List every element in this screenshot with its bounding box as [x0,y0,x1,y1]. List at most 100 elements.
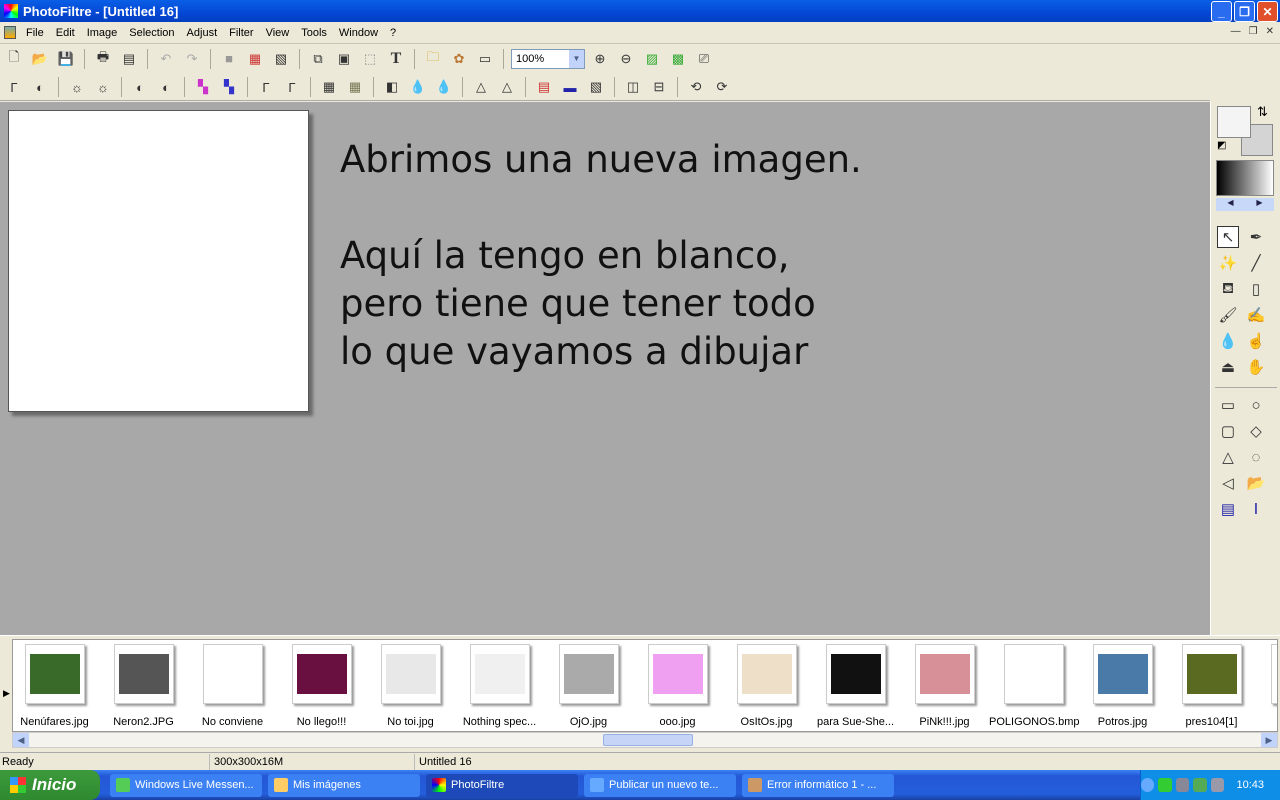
menu-window[interactable]: Window [333,27,384,39]
start-button[interactable]: Inicio [0,770,100,800]
thumbnail-item[interactable]: PiNk!!!.jpg [900,644,989,728]
triangle-selection-icon[interactable]: △ [1217,446,1239,468]
task-photofiltre[interactable]: PhotoFiltre [426,773,578,797]
flip-vertical-icon[interactable]: ⊟ [648,76,670,98]
fullscreen-icon[interactable]: ⎚ [693,48,715,70]
thumbnail-image[interactable] [1003,644,1064,704]
thumbnail-item[interactable]: Nothing spec... [455,644,544,728]
zoom-out-icon[interactable]: ⊖ [615,48,637,70]
thumbnail-image[interactable] [1092,644,1153,704]
sharpen-icon[interactable]: 💧 [433,76,455,98]
doc-close-button[interactable]: ✕ [1266,26,1274,37]
brightness-minus-icon[interactable]: ☼ [66,76,88,98]
gradient-blue-icon[interactable]: ▬ [559,76,581,98]
task-messenger[interactable]: Windows Live Messen... [110,773,262,797]
thumbnail-image[interactable] [469,644,530,704]
saturation-minus-icon[interactable]: ▚ [192,76,214,98]
zoom-select[interactable]: 100% ▼ [511,48,585,69]
ellipse-selection-icon[interactable]: ○ [1245,394,1267,416]
image-size-icon[interactable]: ⧉ [307,48,329,70]
undo-icon[interactable]: ↶ [155,48,177,70]
horizontal-scrollbar[interactable]: ◀ ▶ [12,732,1278,748]
pointer-tool-icon[interactable]: ↖ [1217,226,1239,248]
gamma-minus-icon[interactable]: Γ [255,76,277,98]
rotate-left-icon[interactable]: ⟲ [685,76,707,98]
thumbnail-item[interactable]: No conviene [188,644,277,728]
open-icon[interactable]: 📂 [29,48,51,70]
menu-tools[interactable]: Tools [295,27,333,39]
close-button[interactable]: ✕ [1257,1,1278,22]
brush-tool-icon[interactable]: 🖌 [1217,304,1239,326]
spray-tool-icon[interactable]: ▯ [1245,278,1267,300]
contrast-minus-icon[interactable]: ◐ [129,76,151,98]
smudge-tool-icon[interactable]: ☝ [1245,330,1267,352]
thumbnail-item[interactable]: No llego!!! [277,644,366,728]
thumbnail-item[interactable]: OsItOs.jpg [722,644,811,728]
selection-icon[interactable]: ⬚ [359,48,381,70]
image-canvas[interactable] [8,110,309,412]
thumbnail-item[interactable]: OjO.jpg [544,644,633,728]
scrollbar-thumb[interactable] [603,734,693,746]
thumbnail-item[interactable]: No toi.jpg [366,644,455,728]
thumbnail-item[interactable]: POLIGONOS.bmp [989,644,1079,728]
open-shape-icon[interactable]: 📂 [1245,472,1267,494]
auto-levels-icon[interactable]: Γ [3,76,25,98]
line-tool-icon[interactable]: ╱ [1245,252,1267,274]
blur-tool-icon[interactable]: 💧 [1217,330,1239,352]
text-cursor-icon[interactable]: Ⅰ [1245,498,1267,520]
fill-tool-icon[interactable]: ⛾ [1217,278,1239,300]
transparent-color-icon[interactable]: ▧ [270,48,292,70]
thumbnail-image[interactable] [647,644,708,704]
menu-filter[interactable]: Filter [223,27,259,39]
background-color-icon[interactable]: ■ [218,48,240,70]
foreground-color-swatch[interactable] [1217,106,1251,138]
new-icon[interactable]: 🗋 [3,48,25,70]
flip-horizontal-icon[interactable]: ◫ [622,76,644,98]
swap-colors-icon[interactable]: ⇅ [1257,104,1268,120]
soften-icon[interactable]: △ [470,76,492,98]
chevron-left-icon[interactable]: ◀ [1227,198,1233,211]
thumbnail-image[interactable] [1181,644,1242,704]
print-icon[interactable]: 🖶 [92,48,114,70]
thumbnail-item[interactable]: ooo.jpg [633,644,722,728]
gamma-plus-icon[interactable]: Γ [281,76,303,98]
menu-adjust[interactable]: Adjust [181,27,224,39]
menu-help[interactable]: ? [384,27,402,39]
auto-contrast-icon[interactable]: ◐ [29,76,51,98]
thumbnail-item[interactable]: Neron2.JPG [99,644,188,728]
brightness-plus-icon[interactable]: ☼ [92,76,114,98]
maximize-button[interactable]: ❐ [1234,1,1255,22]
diamond-selection-icon[interactable]: ◇ [1245,420,1267,442]
rotate-right-icon[interactable]: ⟳ [711,76,733,98]
thumbnail-image[interactable] [914,644,975,704]
thumbnail-image[interactable] [736,644,797,704]
more-sharpen-icon[interactable]: △ [496,76,518,98]
magic-wand-tool-icon[interactable]: ✨ [1217,252,1239,274]
actual-size-icon[interactable]: ▨ [641,48,663,70]
thumbnail-image[interactable] [1270,644,1277,704]
polygon-selection-icon[interactable]: ◁ [1217,472,1239,494]
thumbnail-image[interactable] [825,644,886,704]
clone-stamp-tool-icon[interactable]: ⏏ [1217,356,1239,378]
thumbnail-image[interactable] [291,644,352,704]
thumbnail-image[interactable] [202,644,263,704]
expand-arrow-icon[interactable]: ▶ [3,688,10,699]
task-mis-imagenes[interactable]: Mis imágenes [268,773,420,797]
explorer-icon[interactable]: 🗀 [422,48,444,70]
menu-image[interactable]: Image [81,27,124,39]
chevron-down-icon[interactable]: ▼ [569,49,584,68]
contrast-plus-icon[interactable]: ◐ [155,76,177,98]
chevron-right-icon[interactable]: ▶ [1256,198,1262,211]
show-hidden-icons-button[interactable] [1140,778,1155,792]
browser-icon[interactable]: ▭ [474,48,496,70]
plugin-icon[interactable]: ✿ [448,48,470,70]
messenger-tray-icon[interactable] [1193,778,1207,792]
scroll-left-icon[interactable]: ◀ [13,733,29,747]
save-icon[interactable]: 💾 [55,48,77,70]
redo-icon[interactable]: ↷ [181,48,203,70]
scan-icon[interactable]: ▤ [118,48,140,70]
thumbnail-image[interactable] [24,644,85,704]
thumbnail-image[interactable] [113,644,174,704]
doc-restore-button[interactable]: ❐ [1249,26,1258,37]
menu-file[interactable]: File [20,27,50,39]
